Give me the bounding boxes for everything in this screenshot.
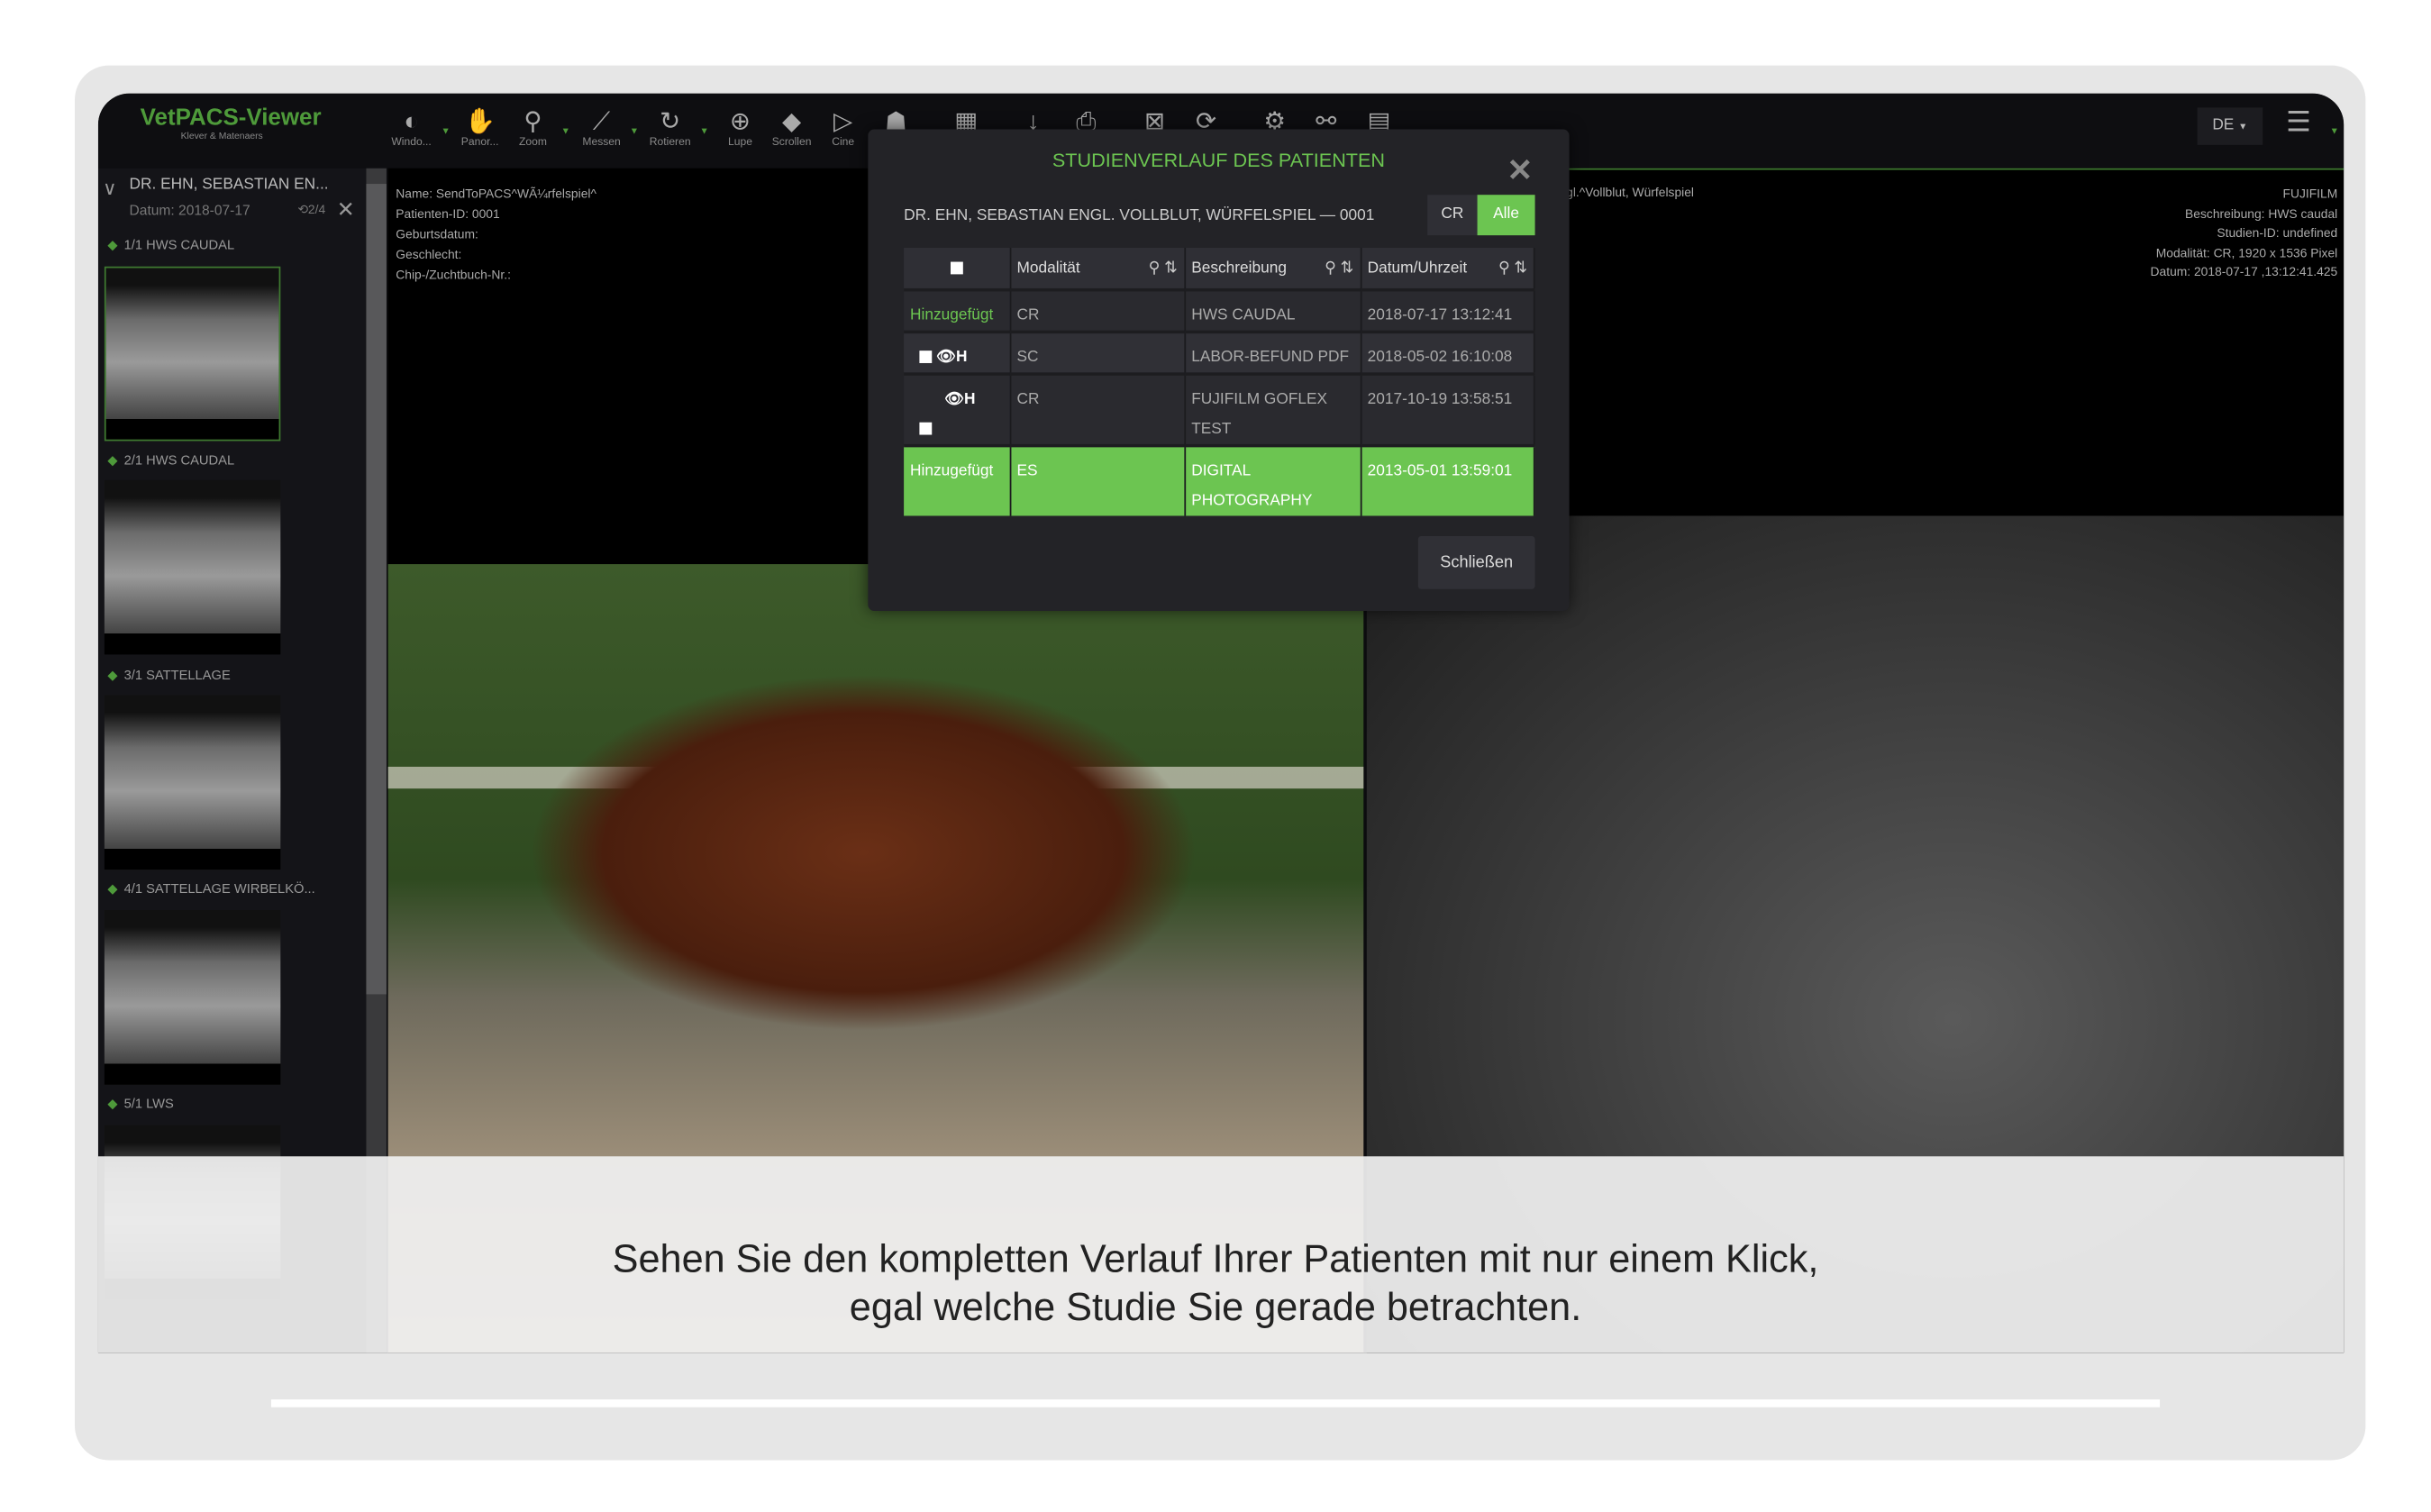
row-checkbox[interactable] bbox=[919, 423, 933, 436]
layers-icon: ◆ bbox=[107, 1095, 118, 1112]
series-label[interactable]: ◆ 3/1 SATTELLAGE bbox=[107, 667, 230, 684]
zoom-icon: ⚲ bbox=[524, 109, 542, 136]
tool-magnifier[interactable]: ⊕ Lupe bbox=[714, 109, 767, 148]
patient-name: DR. EHN, SEBASTIAN EN... bbox=[129, 176, 329, 194]
tool-pan[interactable]: ✋ Panor... bbox=[453, 109, 506, 148]
tool-rotate[interactable]: ↻ Rotieren bbox=[643, 109, 697, 148]
study-history-dialog: STUDIENVERLAUF DES PATIENTEN ✕ DR. EHN, … bbox=[868, 129, 1570, 611]
window-level-icon: ◐ bbox=[404, 109, 419, 136]
chevron-down-icon: ▼ bbox=[2238, 123, 2248, 133]
patient-info-overlay: gl.^Vollblut, Würfelspiel bbox=[1566, 185, 1694, 200]
scrollbar-thumb[interactable] bbox=[366, 184, 387, 995]
filter-cr[interactable]: CR bbox=[1427, 195, 1478, 236]
rotate-icon: ↻ bbox=[660, 109, 681, 136]
search-sort-icon[interactable]: ⚲ ⇅ bbox=[1498, 260, 1527, 277]
filter-all[interactable]: Alle bbox=[1477, 195, 1535, 236]
close-icon[interactable]: ✕ bbox=[1507, 151, 1533, 190]
layers-icon: ◆ bbox=[107, 667, 118, 683]
layers-icon: ◆ bbox=[107, 880, 118, 897]
sliders-icon[interactable]: ☰ bbox=[2286, 106, 2311, 139]
layers-icon: ◆ bbox=[107, 451, 118, 468]
magnifier-icon: ⊕ bbox=[729, 109, 751, 136]
series-thumbnail[interactable] bbox=[104, 910, 281, 1085]
table-row[interactable]: 👁H SC LABOR-BEFUND PDF 2018-05-02 16:10:… bbox=[904, 332, 1535, 375]
series-thumbnail[interactable] bbox=[104, 479, 281, 655]
tool-scroll[interactable]: ◆ Scrollen bbox=[765, 109, 818, 148]
language-select[interactable]: DE ▼ bbox=[2197, 107, 2263, 145]
eye-icon[interactable]: 👁H bbox=[936, 349, 967, 366]
chevron-down-icon[interactable]: ▼ bbox=[700, 128, 709, 137]
tool-window-level[interactable]: ◐ Windo... bbox=[385, 109, 438, 148]
tool-measure[interactable]: ⟋ Messen bbox=[575, 109, 628, 148]
tool-cine[interactable]: ▷ Cine bbox=[816, 109, 870, 148]
dialog-patient: DR. EHN, SEBASTIAN ENGL. VOLLBLUT, WÜRFE… bbox=[904, 207, 1375, 225]
app-logo: VetPACS-Viewer bbox=[140, 104, 322, 132]
study-date: Datum: 2018-07-17 bbox=[129, 202, 250, 219]
chevron-down-icon[interactable]: ▼ bbox=[441, 128, 450, 137]
table-row[interactable]: 👁H CR FUJIFILM GOFLEX TEST 2017-10-19 13… bbox=[904, 374, 1535, 446]
table-row[interactable]: Hinzugefügt CR HWS CAUDAL 2018-07-17 13:… bbox=[904, 289, 1535, 332]
layers-icon: ◆ bbox=[781, 109, 802, 136]
search-sort-icon[interactable]: ⚲ ⇅ bbox=[1325, 260, 1353, 277]
chevron-down-icon[interactable]: ▼ bbox=[2330, 128, 2339, 137]
close-icon[interactable]: ✕ bbox=[337, 196, 355, 223]
eye-icon[interactable]: 👁H bbox=[944, 391, 975, 408]
table-row-selected[interactable]: Hinzugefügt ES DIGITAL PHOTOGRAPHY 2013-… bbox=[904, 445, 1535, 516]
patient-info-overlay: Name: SendToPACS^WÃ¼rfelspiel^ Patienten… bbox=[396, 187, 596, 283]
series-label[interactable]: ◆ 4/1 SATTELLAGE WIRBELKÖ... bbox=[107, 880, 314, 897]
horse bbox=[528, 673, 1198, 1032]
series-thumbnail[interactable] bbox=[104, 266, 281, 442]
select-all-checkbox[interactable] bbox=[950, 261, 963, 275]
series-label[interactable]: ◆ 5/1 LWS bbox=[107, 1096, 174, 1113]
app-subtitle: Klever & Matenaers bbox=[180, 132, 263, 142]
dialog-title: STUDIENVERLAUF DES PATIENTEN bbox=[1052, 150, 1386, 172]
close-button[interactable]: Schließen bbox=[1417, 535, 1535, 589]
caption: Sehen Sie den kompletten Verlauf Ihrer P… bbox=[612, 1237, 1819, 1330]
progress-bar bbox=[270, 1399, 2161, 1407]
search-sort-icon[interactable]: ⚲ ⇅ bbox=[1149, 260, 1178, 277]
history-button[interactable]: ⟲2/4 bbox=[297, 203, 325, 217]
series-label[interactable]: ◆ 2/1 HWS CAUDAL bbox=[107, 452, 234, 469]
study-table: Modalität ⚲ ⇅ Beschreibung ⚲ ⇅ Datum/Uhrze… bbox=[904, 247, 1535, 516]
layers-icon: ◆ bbox=[107, 236, 118, 253]
study-info-overlay: FUJIFILM Beschreibung: HWS caudal Studie… bbox=[2150, 187, 2338, 279]
series-label[interactable]: ◆ 1/1 HWS CAUDAL bbox=[107, 237, 234, 254]
tool-zoom[interactable]: ⚲ Zoom bbox=[506, 109, 560, 148]
chevron-down-icon[interactable]: ▼ bbox=[561, 128, 570, 137]
chevron-down-icon[interactable]: ∨ bbox=[103, 178, 116, 199]
chevron-down-icon[interactable]: ▼ bbox=[630, 128, 639, 137]
series-thumbnail[interactable] bbox=[104, 695, 281, 870]
row-checkbox[interactable] bbox=[919, 351, 933, 364]
play-icon: ▷ bbox=[833, 109, 853, 136]
measure-icon: ⟋ bbox=[592, 109, 611, 136]
history-icon: ⟲ bbox=[297, 202, 308, 217]
hand-icon: ✋ bbox=[464, 109, 496, 136]
